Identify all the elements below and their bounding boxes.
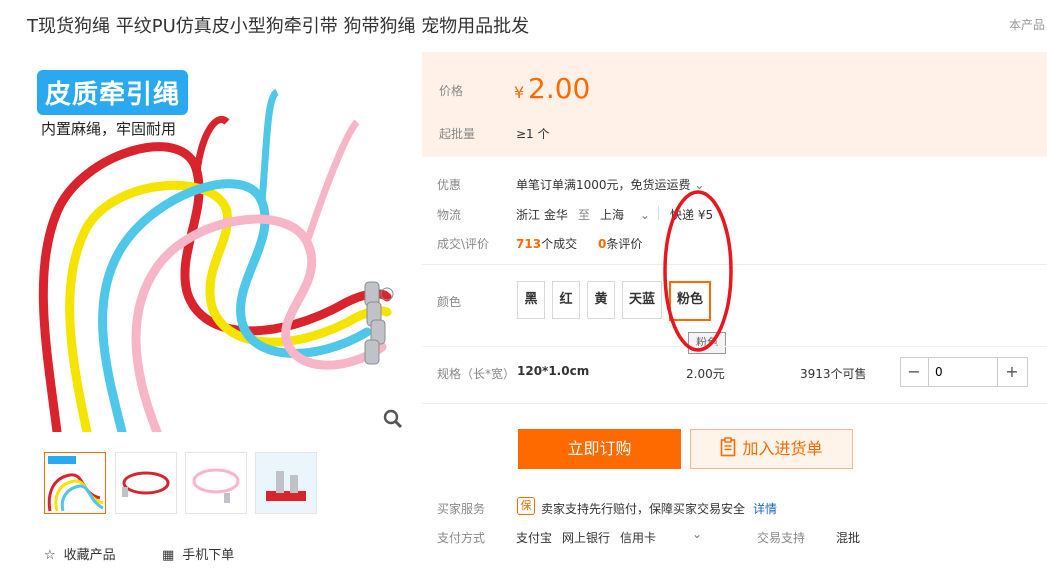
payment-online-bank: 网上银行 [562,531,611,545]
image-subtitle: 内置麻绳，牢固耐用 [41,120,177,138]
quantity-stepper[interactable]: − + [900,357,1028,387]
payment-alipay: 支付宝 [516,531,553,545]
mobile-order-label: 手机下单 [182,548,235,563]
favorite-link[interactable]: ☆ 收藏产品 [44,544,116,563]
image-banner: 皮质牵引绳 [37,70,189,115]
guarantee-text: 卖家支持先行赔付，保障买家交易安全 [541,502,746,516]
add-to-cart-label: 加入进货单 [742,439,823,458]
price-label: 价格 [439,84,464,98]
guarantee-details-link[interactable]: 详情 [753,500,777,517]
logistics-label: 物流 [437,208,462,222]
price-value: 2.00 [528,72,591,105]
spec-label: 规格（长*宽） [437,367,516,381]
quantity-input[interactable] [928,358,998,386]
spec-stock: 3913个可售 [800,367,867,381]
moq-value: ≥1 个 [516,127,550,141]
color-option-red[interactable]: 红 [552,281,580,319]
reviews-summary[interactable]: 0条评价 [598,235,642,252]
decrement-button[interactable]: − [901,358,927,386]
trade-support-label: 交易支持 [757,531,806,545]
annotation-circle [663,190,733,352]
spec-price: 2.00元 [686,367,725,381]
deals-count: 713 [516,237,542,251]
buy-now-button[interactable]: 立即订购 [518,429,681,469]
color-option-yellow[interactable]: 黄 [587,281,615,319]
color-option-black[interactable]: 黑 [517,281,545,319]
guarantee-icon: 保 [517,497,535,515]
add-to-cart-button[interactable]: 加入进货单 [690,429,853,469]
chevron-down-icon[interactable]: ⌄ [692,527,702,541]
thumbnail-4[interactable] [255,452,317,514]
payment-label: 支付方式 [437,531,486,545]
currency-symbol: ¥ [514,83,525,102]
deals-summary[interactable]: 713个成交 [516,235,577,252]
buyer-service-label: 买家服务 [437,502,486,516]
row-divider [422,403,1047,404]
deals-unit: 个成交 [541,237,578,251]
thumbnail-2-image [122,471,170,497]
zoom-icon[interactable] [382,408,404,430]
price-display: ¥ 2.00 [514,72,590,105]
deals-label: 成交\评价 [437,237,490,251]
color-label: 颜色 [437,295,462,309]
thumbnail-1-image [45,453,105,513]
to-word: 至 [578,208,591,222]
corner-tag[interactable]: 本产品 [1009,16,1045,33]
chevron-down-icon: ⌄ [639,208,650,222]
thumbnail-3-image [192,468,240,503]
clipboard-icon [720,430,736,468]
thumbnail-2[interactable] [115,452,177,514]
spec-value: 120*1.0cm [517,364,590,378]
mobile-order-link[interactable]: ▦ 手机下单 [162,544,234,563]
ship-to: 上海 [600,208,625,222]
favorite-label: 收藏产品 [63,548,116,563]
ship-from: 浙江 金华 [516,208,568,222]
qr-code-icon: ▦ [162,548,175,563]
ship-to-select[interactable]: 上海 ⌄ [600,206,650,223]
thumbnail-3[interactable] [185,452,247,514]
color-option-sky-blue[interactable]: 天蓝 [622,281,662,319]
divider [658,206,659,220]
trade-support-value: 混批 [836,531,861,545]
main-product-image[interactable]: 皮质牵引绳 内置麻绳，牢固耐用 [27,52,407,432]
payment-credit-card: 信用卡 [620,531,657,545]
moq-label: 起批量 [439,127,476,141]
star-icon: ☆ [44,548,56,563]
thumbnail-1[interactable] [44,452,106,514]
promo-label: 优惠 [437,178,462,192]
increment-button[interactable]: + [999,358,1025,386]
reviews-unit: 条评价 [606,237,643,251]
product-title: T现货狗绳 平纹PU仿真皮小型狗牵引带 狗带狗绳 宠物用品批发 [27,16,530,37]
thumbnail-4-image [256,453,316,513]
